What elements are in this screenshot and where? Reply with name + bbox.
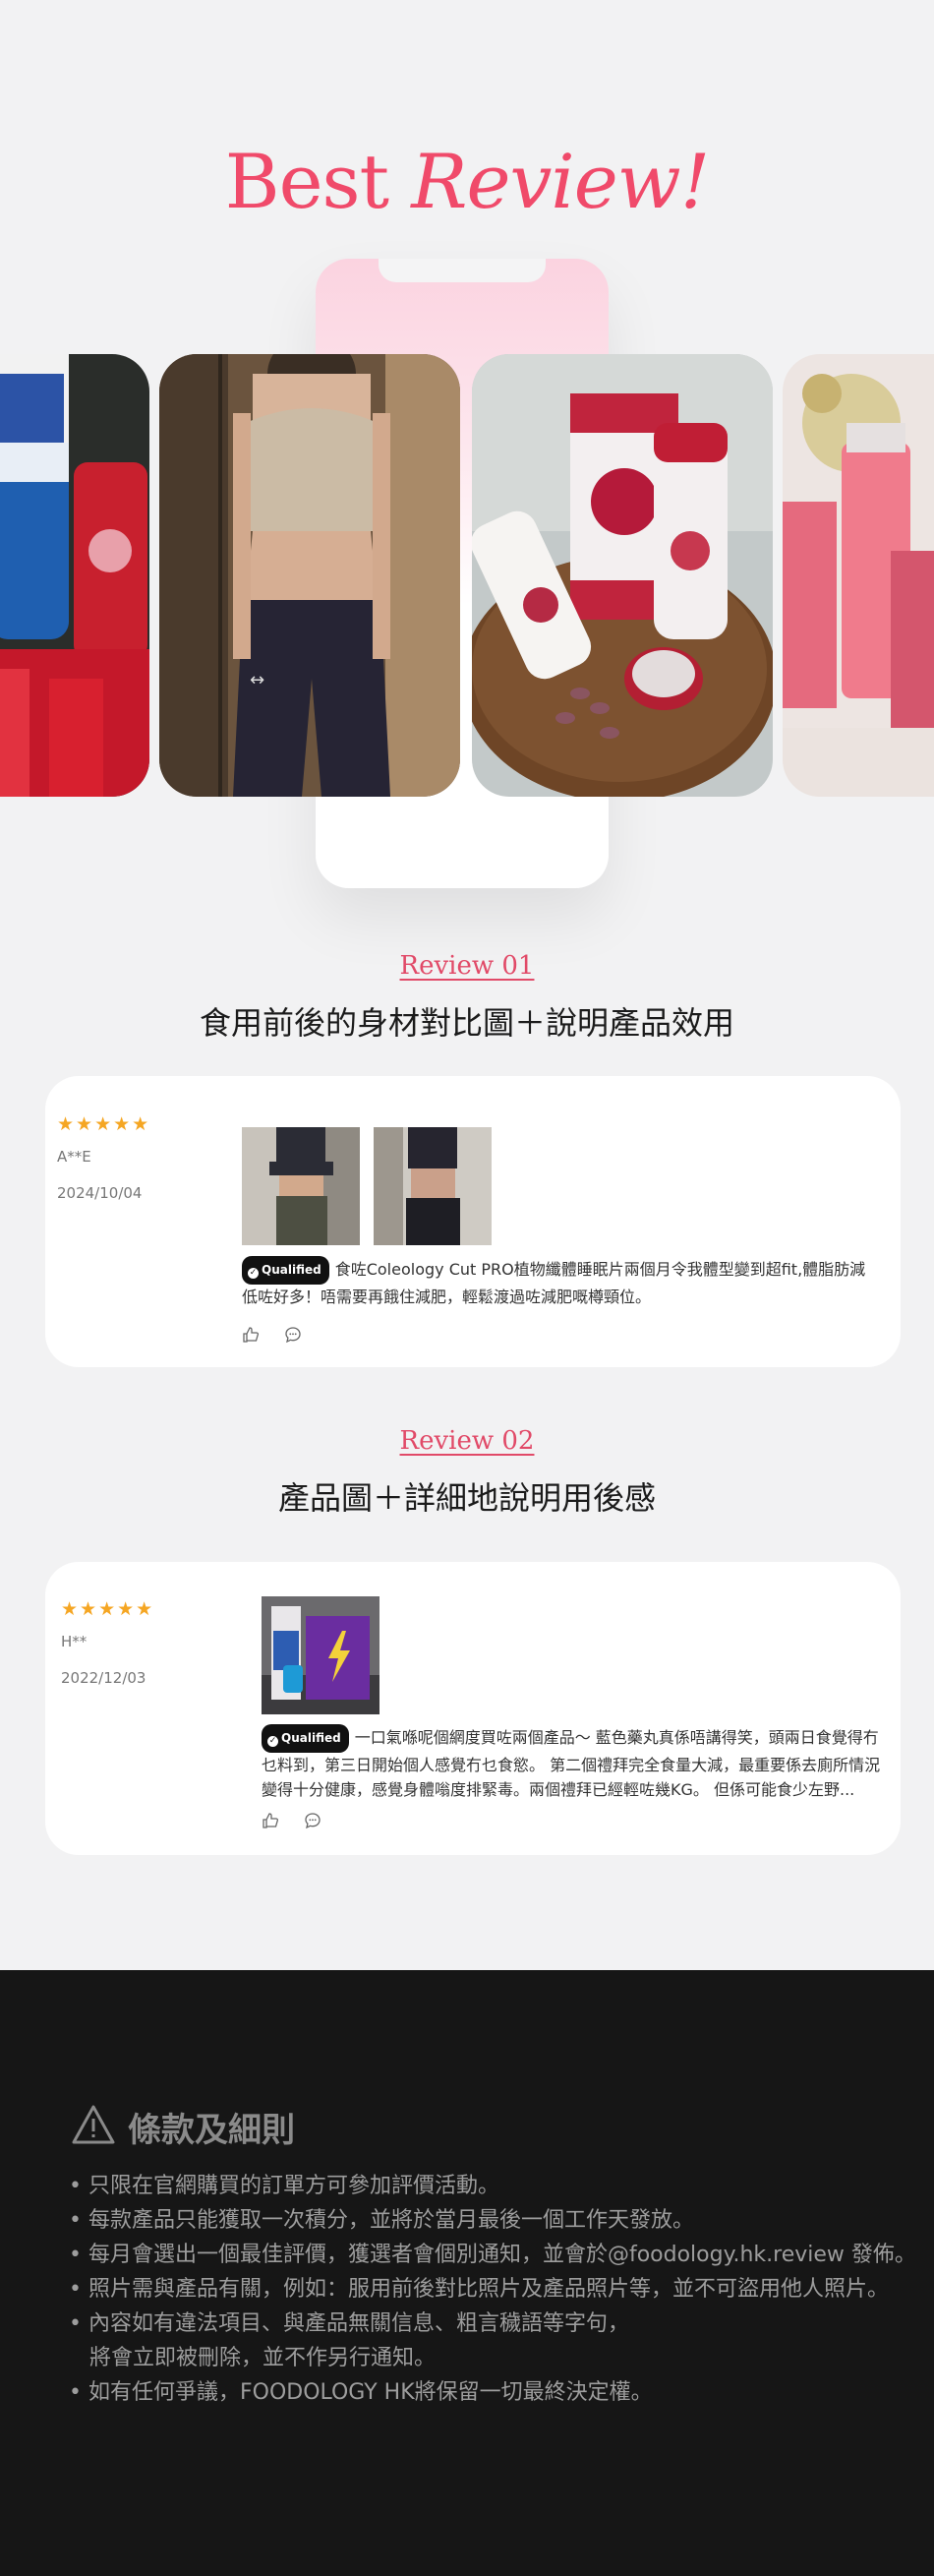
review-02-label: Review 02 <box>399 1426 535 1456</box>
terms-title: 條款及細則 <box>128 2111 295 2150</box>
thumbs-up-icon[interactable] <box>242 1326 260 1344</box>
review-date: 2022/12/03 <box>61 1669 146 1687</box>
carousel-card-products-left[interactable] <box>0 354 149 797</box>
terms-item: • 如有任何爭議，FOODOLOGY HK將保留一切最終決定權。 <box>69 2380 653 2405</box>
review-card-1: ★★★★★ A**E 2024/10/04 ✓ Qualified 食咗Coleol… <box>45 1076 901 1367</box>
terms-item: • 照片需與產品有關，例如：服用前後對比照片及產品照片等，並不可盜用他人照片。 <box>69 2277 889 2302</box>
page-title: Best Review! <box>224 138 711 225</box>
svg-text:↔: ↔ <box>250 670 264 690</box>
star-rating: ★★★★★ <box>57 1113 151 1135</box>
review-01-label: Review 01 <box>399 951 535 981</box>
carousel-card-body-photo[interactable]: ↔ <box>159 354 460 797</box>
warning-icon <box>72 2105 115 2144</box>
reviewer-name: H** <box>61 1633 88 1650</box>
qualified-badge: ✓ Qualified <box>262 1724 349 1753</box>
terms-item: • 內容如有違法項目、與產品無關信息、粗言穢語等字句， <box>69 2311 629 2336</box>
thumbs-up-icon[interactable] <box>262 1812 279 1829</box>
carousel-card-product-shot[interactable] <box>472 354 773 797</box>
star-rating: ★★★★★ <box>61 1598 155 1620</box>
qualified-badge: ✓ Qualified <box>242 1256 329 1285</box>
comment-icon[interactable] <box>304 1812 321 1829</box>
carousel-card-drink[interactable] <box>783 354 934 797</box>
review-photo-product[interactable] <box>262 1596 379 1714</box>
comment-icon[interactable] <box>284 1326 302 1344</box>
review-text: ✓ Qualified 食咗Coleology Cut PRO植物纖體睡眠片兩個月令… <box>242 1256 881 1309</box>
review-photo-before[interactable] <box>242 1127 360 1245</box>
reviewer-name: A**E <box>57 1148 91 1166</box>
review-photo-after[interactable] <box>374 1127 492 1245</box>
terms-item: • 只限在官網購買的訂單方可參加評價活動。 <box>69 2174 499 2198</box>
review-card-2: ★★★★★ H** 2022/12/03 ✓ Qualified 一口氣喺呢個網度買… <box>45 1562 901 1855</box>
terms-item: • 每款產品只能獲取一次積分，並將於當月最後一個工作天發放。 <box>69 2208 694 2233</box>
review-text: ✓ Qualified 一口氣喺呢個網度買咗兩個產品～ 藍色藥丸真係唔講得笑，頭兩日… <box>262 1724 881 1798</box>
terms-item: • 每月會選出一個最佳評價，獲選者會個別通知，並會於@foodology.hk.… <box>69 2243 916 2267</box>
terms-list: • 只限在官網購買的訂單方可參加評價活動。 • 每款產品只能獲取一次積分，並將於… <box>69 2169 916 2410</box>
review-date: 2024/10/04 <box>57 1184 143 1202</box>
review-01-heading: 食用前後的身材對比圖＋說明產品效用 <box>199 1004 734 1042</box>
review-02-heading: 產品圖＋詳細地說明用後感 <box>277 1479 656 1517</box>
phone-notch <box>379 259 546 282</box>
terms-item: 將會立即被刪除，並不作另行通知。 <box>69 2346 436 2370</box>
